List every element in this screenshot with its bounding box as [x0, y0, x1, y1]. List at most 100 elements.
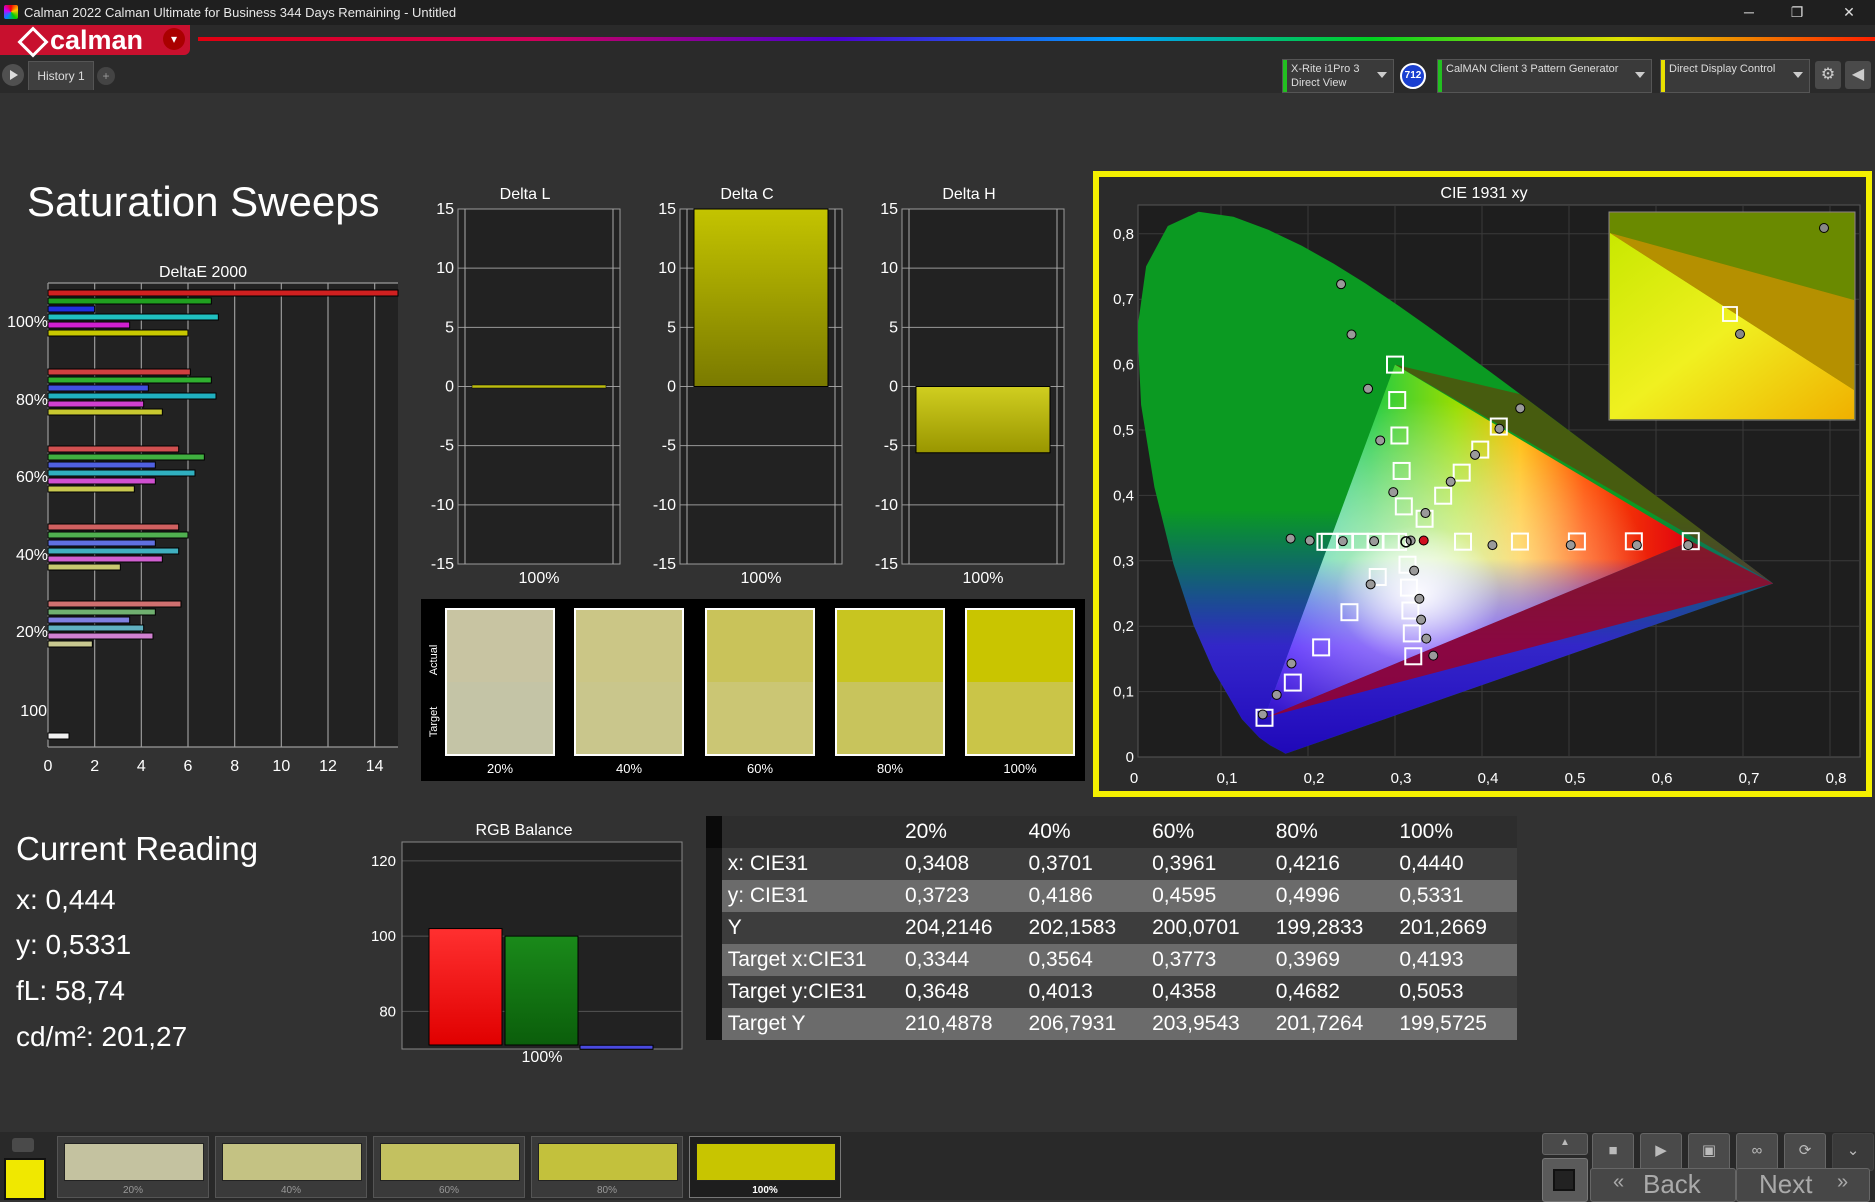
delta-y-tick: 5	[667, 319, 676, 336]
page-title: Saturation Sweeps	[27, 178, 380, 225]
deltae-bar	[47, 523, 180, 531]
delta-y-tick: -15	[875, 556, 898, 573]
chevron-left-icon[interactable]: ◀	[1845, 61, 1871, 89]
deltae-bar	[47, 732, 70, 740]
rgb-red-bar	[428, 928, 503, 1046]
cie-chart: CIE 1931 xy 0 0,1 0,2 0,3 0,4 0,5 0,6 0,7 0,8 0 0,…	[1093, 171, 1872, 797]
loop-icon[interactable]: ∞	[1736, 1133, 1778, 1171]
deltae-x-tick: 12	[319, 758, 337, 775]
measured-marker	[1631, 540, 1642, 551]
measured-marker	[1470, 449, 1481, 460]
table-cell: 0,3723	[898, 880, 1023, 912]
gear-icon[interactable]: ⚙	[1815, 61, 1841, 89]
chevron-down-icon	[1793, 72, 1803, 78]
step-thumbnail[interactable]: 100%	[689, 1136, 841, 1198]
target-marker	[1452, 463, 1471, 482]
target-swatch	[576, 682, 682, 754]
target-marker	[1404, 647, 1423, 666]
target-label: Target	[428, 707, 440, 738]
delta-y-tick: 5	[445, 319, 454, 336]
measured-marker	[1445, 476, 1456, 487]
step-thumbnail[interactable]: 40%	[215, 1136, 367, 1198]
target-swatch	[837, 682, 943, 754]
chevron-down-icon[interactable]: ▾	[163, 28, 185, 50]
table-row-label: Target Y	[721, 1008, 899, 1040]
rgb-y-tick: 120	[371, 853, 396, 870]
measured-marker	[1487, 540, 1498, 551]
rgb-green-bar	[504, 935, 579, 1046]
cie-x-tick: 0,6	[1652, 770, 1673, 787]
back-button[interactable]: « Back	[1590, 1168, 1736, 1202]
table-cell: 0,4595	[1146, 880, 1270, 912]
table-row: Target Y 210,4878 206,7931 203,9543 201,7264…	[706, 1008, 1517, 1040]
record-stop-icon[interactable]: ■	[1592, 1133, 1634, 1171]
table-cell: 0,3969	[1269, 944, 1394, 976]
tab-history-1[interactable]: History 1	[28, 61, 94, 90]
measured-marker	[1405, 535, 1416, 546]
cie-x-tick: 0,5	[1565, 770, 1586, 787]
measured-marker	[1421, 633, 1432, 644]
measured-marker	[1428, 650, 1439, 661]
step-thumbnail-swatch	[380, 1143, 520, 1181]
pattern-generator-selector[interactable]: CalMAN Client 3 Pattern Generator	[1437, 59, 1652, 93]
meter-badge[interactable]: 712	[1400, 63, 1426, 89]
deltae-group-label: 20%	[16, 624, 48, 641]
refresh-icon[interactable]: ⟳	[1784, 1133, 1826, 1171]
step-thumbnail-label: 100%	[752, 1185, 778, 1196]
display-control-selector[interactable]: Direct Display Control	[1660, 59, 1810, 93]
measured-marker	[1388, 487, 1399, 498]
measured-marker	[1346, 329, 1357, 340]
cie-inset	[1608, 211, 1856, 421]
step-thumbnail[interactable]: 60%	[373, 1136, 525, 1198]
measured-marker	[1418, 535, 1429, 546]
step-thumbnail-label: 20%	[122, 1185, 143, 1196]
table-header-row: 20% 40% 60% 80% 100%	[706, 816, 1517, 848]
deltae-bar	[47, 539, 156, 547]
step-thumbnail-label: 60%	[438, 1185, 459, 1196]
add-tab-button[interactable]: +	[97, 67, 115, 85]
delta-y-tick: 10	[880, 260, 898, 277]
table-side-cell	[706, 944, 722, 976]
step-thumbnail-swatch	[538, 1143, 678, 1181]
target-marker	[1489, 417, 1508, 436]
table-row-label: x: CIE31	[721, 848, 899, 880]
deltae-x-tick: 6	[184, 758, 193, 775]
restore-button[interactable]: ❐	[1774, 0, 1820, 25]
logo-icon	[17, 26, 49, 58]
measured-marker	[1271, 689, 1282, 700]
rgb-y-tick: 80	[379, 1003, 396, 1020]
reading-fl: fL: 58,74	[16, 975, 125, 1006]
step-thumbnail-label: 80%	[596, 1185, 617, 1196]
rainbow-strip	[198, 37, 1875, 41]
chevron-down-icon[interactable]: ⌄	[1832, 1133, 1874, 1171]
deltae-x-tick: 4	[137, 758, 146, 775]
calman-logo-button[interactable]: calman ▾	[0, 25, 190, 58]
stop-icon[interactable]	[1542, 1158, 1588, 1202]
meter-name: X-Rite i1Pro 3	[1291, 63, 1360, 75]
step-thumbnail[interactable]: 20%	[57, 1136, 209, 1198]
table-row: x: CIE31 0,3408 0,3701 0,3961 0,4216 0,4440	[706, 848, 1517, 880]
table-cell: 210,4878	[898, 1008, 1023, 1040]
delta-y-tick: 0	[445, 379, 454, 396]
app-icon	[4, 5, 18, 19]
meter-selector[interactable]: X-Rite i1Pro 3 Direct View	[1282, 59, 1394, 93]
next-button[interactable]: Next »	[1736, 1168, 1870, 1202]
reading-x: x: 0,444	[16, 884, 116, 915]
table-header-cell: 40%	[1022, 816, 1147, 848]
table-row-label: Target y:CIE31	[721, 976, 899, 1008]
chevron-up-icon[interactable]: ▲	[1542, 1133, 1588, 1155]
step-thumbnail[interactable]: 80%	[531, 1136, 683, 1198]
meter-accent	[1283, 60, 1287, 92]
save-icon[interactable]: ▣	[1688, 1133, 1730, 1171]
minimize-button[interactable]: ─	[1726, 0, 1772, 25]
table-side-cell	[706, 1008, 722, 1040]
target-marker	[1381, 532, 1400, 551]
play-icon[interactable]: ▶	[1640, 1133, 1682, 1171]
play-icon[interactable]	[2, 64, 24, 86]
delta-chart-title: Delta C	[720, 186, 773, 203]
table-cell: 201,2669	[1393, 912, 1517, 944]
deltae-bar	[47, 608, 156, 616]
chevron-up-icon[interactable]	[12, 1138, 34, 1152]
close-button[interactable]: ✕	[1826, 0, 1872, 25]
measured-marker	[1409, 565, 1420, 576]
